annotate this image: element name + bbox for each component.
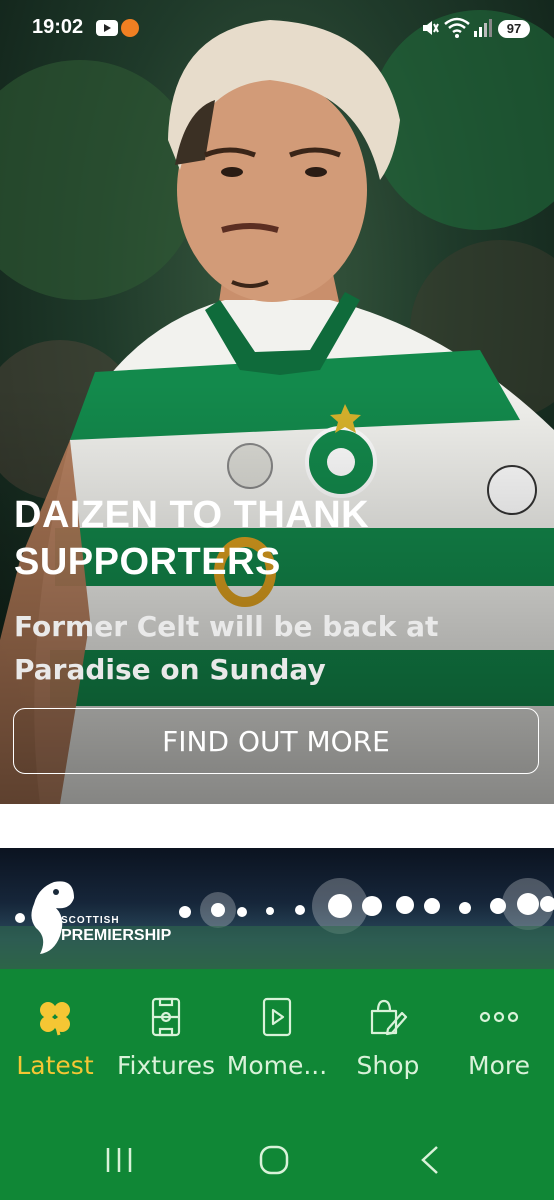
system-navigation-bar [106, 1145, 438, 1175]
recent-apps-icon[interactable] [106, 1148, 132, 1172]
shopping-bag-icon [370, 999, 408, 1036]
mute-icon [423, 21, 439, 35]
nav-fixtures[interactable]: Fixtures [111, 995, 221, 1080]
more-dots-icon [479, 1011, 519, 1023]
nav-more[interactable]: More [444, 995, 554, 1080]
hero-subheadline: Former Celt will be back at Paradise on … [14, 610, 439, 686]
wifi-icon [444, 17, 470, 38]
back-icon[interactable] [421, 1146, 438, 1174]
nav-label-shop: Shop [356, 1051, 420, 1080]
hero-banner[interactable]: DAIZEN TO THANK SUPPORTERS Former Celt w… [0, 0, 554, 804]
logo-small-text: SCOTTISH [61, 915, 120, 926]
signal-icon [474, 19, 492, 37]
nav-label-moments: Mome... [226, 1051, 328, 1080]
home-icon[interactable] [259, 1145, 289, 1175]
logo-big-text: PREMIERSHIP [61, 927, 172, 944]
pitch-icon [151, 997, 181, 1037]
youtube-icon [96, 20, 118, 36]
find-out-more-button[interactable]: FIND OUT MORE [13, 708, 539, 774]
nav-label-latest: Latest [16, 1051, 94, 1080]
scottish-premiership-wordmark: SCOTTISH PREMIERSHIP [61, 916, 171, 946]
status-time: 19:02 [32, 16, 84, 38]
nav-shop[interactable]: Shop [333, 995, 443, 1080]
nav-label-more: More [468, 1051, 530, 1080]
nav-moments[interactable]: Mome... [222, 995, 332, 1080]
hero-headline: DAIZEN TO THANK SUPPORTERS [14, 494, 370, 583]
battery-indicator: 97 [498, 20, 530, 38]
nav-label-fixtures: Fixtures [116, 1051, 216, 1080]
nav-latest[interactable]: Latest [0, 995, 110, 1080]
play-icon [262, 997, 292, 1037]
app-notification-icon [121, 19, 139, 37]
status-bar: 19:02 97 [0, 0, 554, 56]
clover-icon [40, 1002, 70, 1036]
